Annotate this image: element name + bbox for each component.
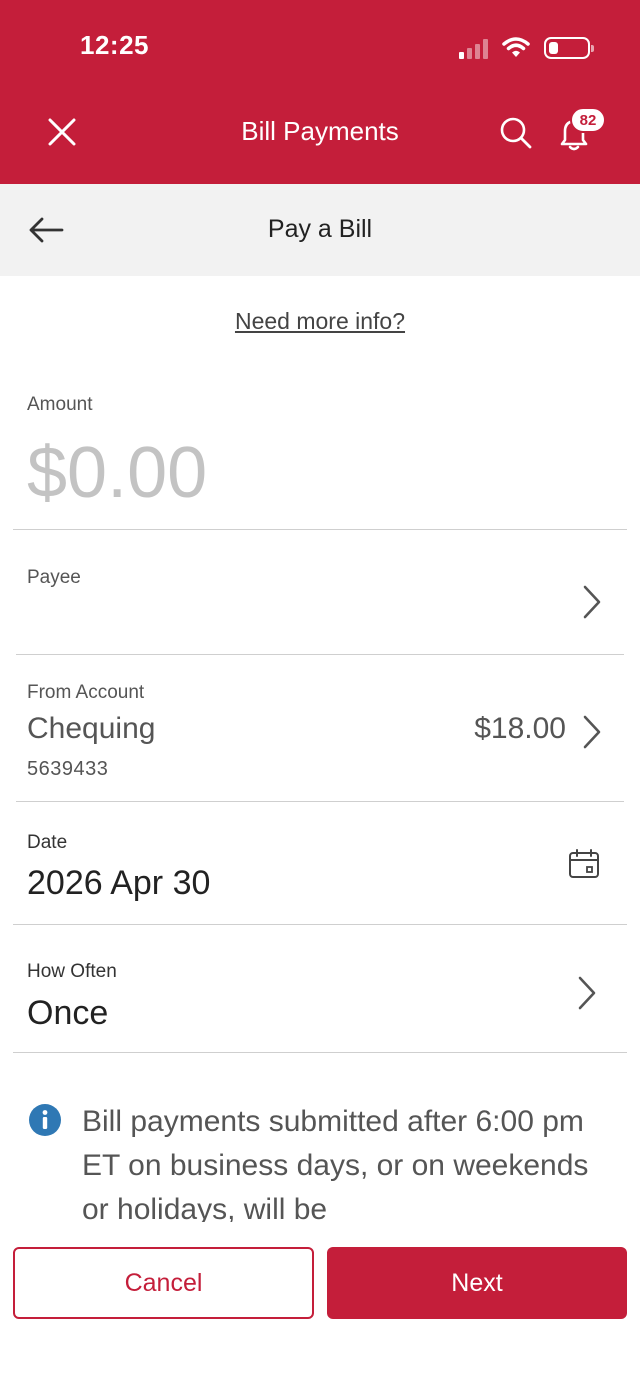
notification-badge: 82 bbox=[570, 107, 606, 133]
app-header: 12:25 Bill Payments 82 bbox=[0, 0, 640, 184]
chevron-right-icon bbox=[578, 976, 596, 1010]
screen-title: Pay a Bill bbox=[267, 215, 373, 243]
next-button[interactable]: Next bbox=[327, 1247, 627, 1319]
calendar-button[interactable] bbox=[568, 848, 600, 880]
account-balance: $18.00 bbox=[474, 712, 566, 745]
status-time: 12:25 bbox=[80, 30, 149, 60]
chevron-right-icon bbox=[583, 585, 601, 619]
amount-label: Amount bbox=[27, 394, 93, 415]
signal-icon bbox=[459, 37, 488, 59]
amount-input[interactable]: $0.00 bbox=[27, 432, 207, 514]
battery-icon bbox=[544, 37, 594, 59]
search-icon bbox=[500, 117, 532, 149]
notice-text: Bill payments submitted after 6:00 pm ET… bbox=[82, 1105, 589, 1222]
how-often-row[interactable]: How Often Once bbox=[0, 925, 640, 1052]
account-number: 5639433 bbox=[27, 758, 109, 780]
payee-label: Payee bbox=[27, 567, 81, 588]
how-often-value: Once bbox=[27, 994, 109, 1032]
divider bbox=[16, 801, 624, 802]
chevron-right-icon bbox=[583, 715, 601, 749]
status-icons bbox=[459, 33, 594, 63]
info-notice: Bill payments submitted after 6:00 pm ET… bbox=[28, 1100, 608, 1222]
from-account-label: From Account bbox=[27, 682, 145, 703]
from-account-row[interactable]: From Account Chequing 5639433 $18.00 bbox=[0, 655, 640, 800]
search-button[interactable] bbox=[497, 114, 535, 152]
account-name: Chequing bbox=[27, 712, 156, 745]
wifi-icon bbox=[502, 37, 530, 57]
cancel-button[interactable]: Cancel bbox=[13, 1247, 314, 1319]
need-more-info-link[interactable]: Need more info? bbox=[0, 308, 640, 335]
payee-row[interactable]: Payee bbox=[16, 530, 624, 654]
divider bbox=[13, 1052, 627, 1053]
info-icon bbox=[29, 1104, 61, 1136]
subheader: Pay a Bill bbox=[0, 184, 640, 276]
calendar-icon bbox=[569, 849, 599, 878]
date-value[interactable]: 2026 Apr 30 bbox=[27, 864, 210, 903]
page-title: Bill Payments bbox=[241, 116, 399, 146]
date-label: Date bbox=[27, 832, 68, 853]
how-often-label: How Often bbox=[27, 961, 117, 982]
